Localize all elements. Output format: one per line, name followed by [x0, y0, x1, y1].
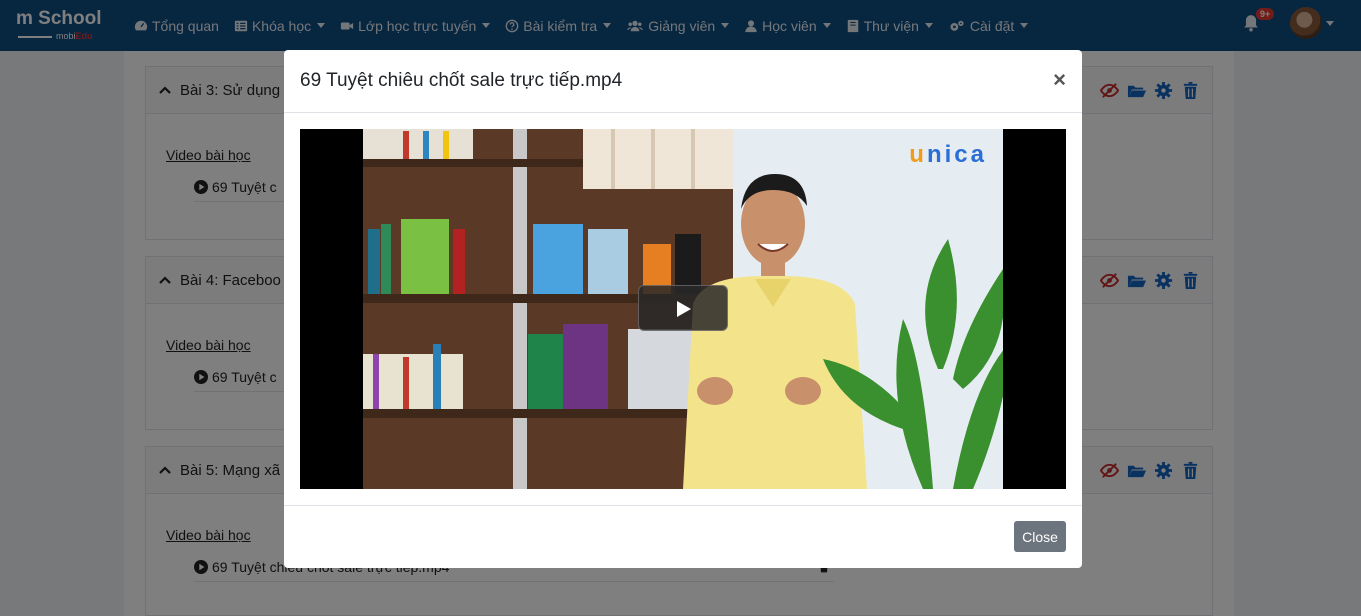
close-button[interactable]: Close [1014, 521, 1066, 552]
modal-title: 69 Tuyệt chiêu chốt sale trực tiếp.mp4 [300, 70, 623, 91]
modal-footer: Close [284, 505, 1082, 568]
video-modal: 69 Tuyệt chiêu chốt sale trực tiếp.mp4 × [284, 50, 1082, 568]
play-icon [677, 301, 691, 317]
modal-header: 69 Tuyệt chiêu chốt sale trực tiếp.mp4 × [284, 50, 1082, 113]
brand-letter-u: u [909, 141, 927, 168]
close-icon[interactable]: × [1053, 69, 1066, 91]
video-brand-logo: uunicanica [909, 141, 987, 168]
video-player[interactable]: uunicanica [300, 129, 1066, 489]
video-play-button[interactable] [638, 285, 728, 331]
